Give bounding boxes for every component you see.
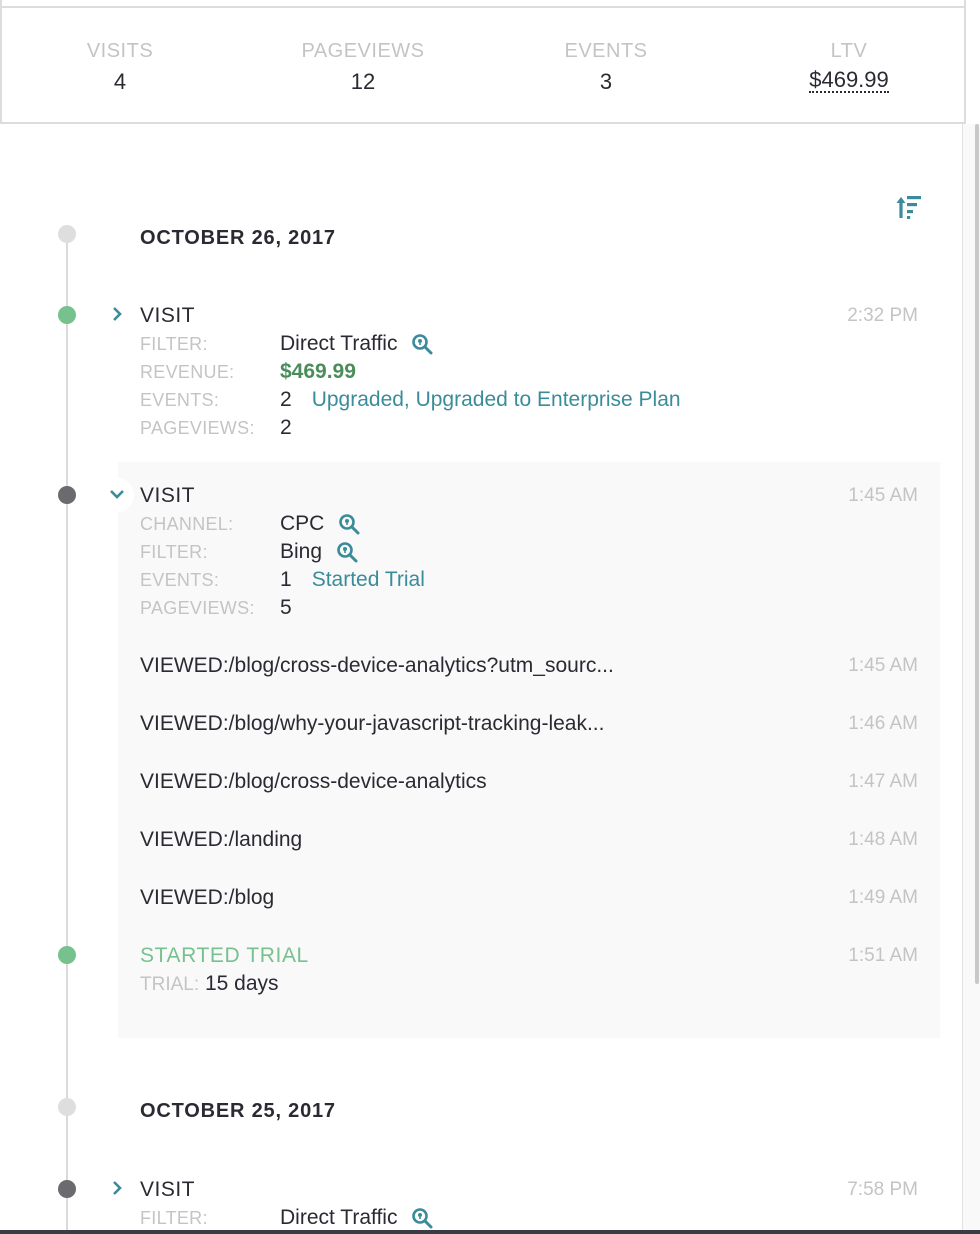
timeline-date-dot — [58, 1098, 76, 1116]
search-location-icon[interactable] — [338, 513, 360, 535]
top-panel-border — [0, 0, 966, 8]
timeline-line — [66, 234, 68, 1234]
field-value: CPC — [280, 512, 325, 535]
field-label: FILTER: — [140, 333, 208, 354]
field-label: PAGEVIEWS: — [140, 597, 255, 618]
date-heading: OCTOBER 26, 2017 — [140, 227, 336, 249]
pageview-item[interactable]: VIEWED:/blog/cross-device-analytics — [140, 770, 487, 794]
chevron-right-icon[interactable] — [108, 1179, 126, 1197]
stat-value: 3 — [599, 69, 613, 94]
field-label: REVENUE: — [140, 361, 235, 382]
field-value: 2 — [280, 388, 292, 411]
sort-ascending-icon[interactable] — [894, 192, 924, 222]
field-value: Direct Traffic — [280, 1206, 398, 1229]
search-location-icon[interactable] — [411, 333, 433, 355]
field-value: Direct Traffic — [280, 332, 398, 355]
event-time: 1:51 AM — [848, 945, 918, 966]
pageview-time: 1:45 AM — [848, 655, 918, 676]
stat-label: LTV — [830, 40, 868, 62]
stat-ltv: LTV $469.99 — [749, 40, 949, 93]
search-location-icon[interactable] — [411, 1207, 433, 1229]
pageview-item[interactable]: VIEWED:/blog/why-your-javascript-trackin… — [140, 712, 604, 736]
field-label: PAGEVIEWS: — [140, 417, 255, 438]
field-label: EVENTS: — [140, 389, 220, 410]
stat-value: 12 — [350, 69, 376, 94]
field-label: FILTER: — [140, 1207, 208, 1228]
revenue-value: $469.99 — [280, 360, 356, 383]
field-events: EVENTS: 2 Upgraded, Upgraded to Enterpri… — [140, 386, 681, 414]
chevron-right-icon[interactable] — [108, 305, 126, 323]
stats-bar: VISITS 4 PAGEVIEWS 12 EVENTS 3 LTV $469.… — [0, 8, 966, 124]
date-heading: OCTOBER 25, 2017 — [140, 1100, 336, 1122]
pageview-time: 1:49 AM — [848, 887, 918, 908]
ltv-value[interactable]: $469.99 — [809, 69, 889, 93]
timeline-visit-dot — [58, 486, 76, 504]
timeline-event-dot — [58, 946, 76, 964]
pageview-time: 1:46 AM — [848, 713, 918, 734]
stat-label: PAGEVIEWS — [301, 40, 425, 62]
field-label: CHANNEL: — [140, 513, 234, 534]
timeline-visit-dot — [58, 1180, 76, 1198]
chevron-down-icon[interactable] — [108, 485, 126, 503]
events-link[interactable]: Started Trial — [312, 568, 425, 592]
search-location-icon[interactable] — [336, 541, 358, 563]
pageview-item[interactable]: VIEWED:/blog — [140, 886, 274, 910]
stat-label: VISITS — [86, 40, 154, 62]
visit-time: 7:58 PM — [847, 1179, 918, 1200]
stat-value: 4 — [113, 69, 127, 94]
field-filter: FILTER: Direct Traffic — [140, 330, 433, 358]
stat-visits: VISITS 4 — [20, 40, 220, 95]
event-title: STARTED TRIAL — [140, 944, 309, 967]
stat-events: EVENTS 3 — [506, 40, 706, 95]
field-filter: FILTER: Bing — [140, 538, 358, 566]
pageview-item[interactable]: VIEWED:/blog/cross-device-analytics?utm_… — [140, 654, 614, 678]
pageview-item[interactable]: VIEWED:/landing — [140, 828, 302, 852]
field-pageviews: PAGEVIEWS: 2 — [140, 414, 292, 442]
visit-title[interactable]: VISIT — [140, 1178, 195, 1202]
field-value: 5 — [280, 596, 292, 619]
timeline-visit-dot — [58, 306, 76, 324]
window-bottom-edge — [0, 1230, 980, 1234]
field-pageviews: PAGEVIEWS: 5 — [140, 594, 292, 622]
scrollbar-thumb[interactable] — [975, 124, 979, 984]
pageview-time: 1:47 AM — [848, 771, 918, 792]
field-filter: FILTER: Direct Traffic — [140, 1204, 433, 1232]
events-link[interactable]: Upgraded, Upgraded to Enterprise Plan — [312, 388, 681, 412]
visit-title[interactable]: VISIT — [140, 484, 195, 508]
field-value: 15 days — [204, 972, 279, 995]
field-value: 2 — [280, 416, 292, 439]
field-revenue: REVENUE: $469.99 — [140, 358, 356, 386]
timeline-date-dot — [58, 225, 76, 243]
field-label: EVENTS: — [140, 569, 220, 590]
field-channel: CHANNEL: CPC — [140, 510, 360, 538]
visit-time: 1:45 AM — [848, 485, 918, 506]
pageview-time: 1:48 AM — [848, 829, 918, 850]
stat-label: EVENTS — [564, 40, 648, 62]
event-field-trial: TRIAL: 15 days — [140, 972, 279, 996]
field-label: FILTER: — [140, 541, 208, 562]
visit-time: 2:32 PM — [847, 305, 918, 326]
visit-title[interactable]: VISIT — [140, 304, 195, 328]
field-value: Bing — [280, 540, 323, 563]
field-label: TRIAL: — [140, 974, 200, 995]
field-value: 1 — [280, 568, 292, 591]
field-events: EVENTS: 1 Started Trial — [140, 566, 425, 594]
stat-pageviews: PAGEVIEWS 12 — [263, 40, 463, 95]
